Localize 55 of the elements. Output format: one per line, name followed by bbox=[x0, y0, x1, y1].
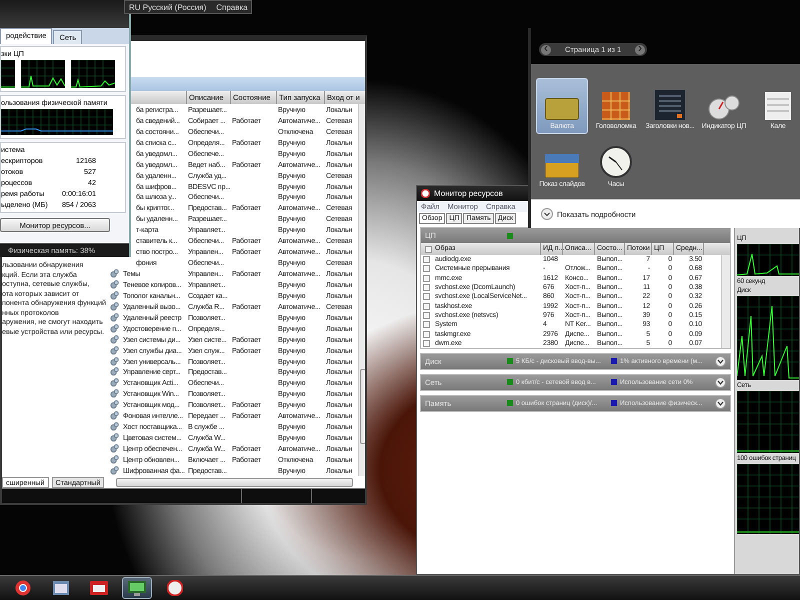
next-page-button[interactable] bbox=[635, 44, 646, 54]
scrollbar[interactable] bbox=[116, 478, 353, 486]
network-graph bbox=[737, 391, 799, 453]
legend-square bbox=[507, 400, 513, 406]
checkbox[interactable] bbox=[423, 293, 430, 300]
memory-graph bbox=[737, 464, 799, 534]
checkbox[interactable] bbox=[423, 312, 430, 319]
cpu-graph bbox=[737, 244, 799, 276]
clock-icon bbox=[600, 146, 632, 178]
cpu-graph bbox=[71, 60, 115, 88]
language-indicator[interactable]: RU Русский (Россия) bbox=[129, 2, 206, 12]
scrollbar[interactable] bbox=[358, 104, 365, 476]
cpu-graph bbox=[21, 60, 65, 88]
window-icon bbox=[53, 581, 69, 595]
expand-button[interactable] bbox=[715, 376, 726, 388]
legend-square bbox=[507, 358, 513, 364]
checkbox[interactable] bbox=[425, 246, 432, 252]
previous-page-button[interactable] bbox=[541, 44, 551, 54]
chevron-down-icon bbox=[717, 380, 724, 385]
photo-placeholder bbox=[545, 154, 579, 178]
gauge-icon bbox=[708, 94, 740, 120]
puzzle-icon bbox=[602, 92, 630, 120]
checkbox[interactable] bbox=[423, 321, 430, 328]
legend-square bbox=[611, 379, 617, 386]
chevron-left-icon bbox=[544, 46, 548, 51]
chevron-down-icon bbox=[717, 400, 724, 406]
checkbox[interactable] bbox=[423, 274, 430, 282]
scrollbar[interactable] bbox=[721, 255, 730, 348]
checkbox[interactable] bbox=[423, 302, 430, 310]
app-icon bbox=[421, 189, 430, 198]
monitor-icon bbox=[128, 580, 146, 596]
expand-button[interactable] bbox=[715, 356, 726, 367]
checkbox[interactable] bbox=[423, 265, 430, 272]
legend-square bbox=[507, 232, 513, 238]
round-logo-icon bbox=[15, 580, 31, 596]
card-icon bbox=[545, 98, 579, 120]
chevron-down-icon bbox=[541, 208, 553, 220]
legend-square bbox=[611, 358, 617, 364]
checkbox[interactable] bbox=[423, 340, 430, 347]
chevron-down-icon bbox=[717, 358, 724, 364]
window-title: Монитор ресурсов bbox=[434, 189, 503, 198]
calendar-icon bbox=[765, 92, 791, 120]
legend-square bbox=[611, 400, 617, 406]
news-icon bbox=[655, 90, 685, 120]
checkbox[interactable] bbox=[423, 256, 430, 264]
checkbox[interactable] bbox=[423, 330, 430, 338]
chevron-right-icon bbox=[638, 46, 642, 51]
expand-button[interactable] bbox=[715, 398, 726, 409]
checkbox[interactable] bbox=[423, 284, 430, 292]
folder-icon bbox=[90, 581, 108, 595]
help-link[interactable]: Справка bbox=[216, 2, 248, 12]
ring-icon bbox=[167, 580, 183, 596]
legend-square bbox=[507, 379, 513, 386]
cpu-graph bbox=[1, 60, 15, 88]
scrollbar-thumb[interactable] bbox=[360, 369, 365, 444]
